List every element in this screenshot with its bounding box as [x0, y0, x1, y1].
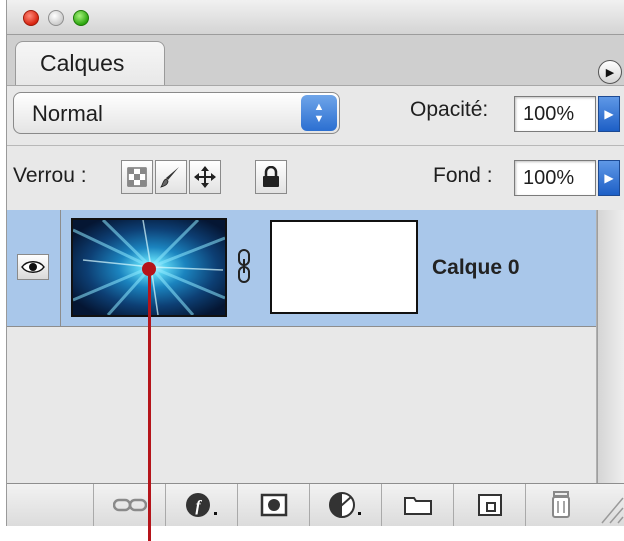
play-icon: ▶: [605, 66, 615, 79]
add-mask-icon: [260, 493, 288, 517]
adjustment-layer-icon: [329, 492, 361, 518]
fill-value: 100%: [523, 167, 575, 189]
add-mask-button[interactable]: [237, 484, 310, 526]
callout-pointer-line: [148, 268, 151, 541]
lock-position-button[interactable]: [189, 160, 221, 194]
layers-panel: Calques ▶ Normal ▲ ▼ Opacité: 100% ▶ Verr…: [6, 0, 624, 526]
opacity-slider-button[interactable]: ▶: [598, 96, 620, 132]
lock-paint-button[interactable]: [155, 160, 187, 194]
tab-bar: Calques: [7, 35, 624, 86]
delete-layer-button[interactable]: [525, 484, 596, 526]
new-group-button[interactable]: [381, 484, 454, 526]
window-titlebar: [7, 0, 624, 35]
lock-all-icon: [263, 166, 279, 187]
callout-pointer-dot: [142, 262, 156, 276]
fill-label: Fond :: [433, 164, 493, 187]
fill-slider-button[interactable]: ▶: [598, 160, 620, 196]
visibility-toggle[interactable]: [17, 254, 49, 280]
panel-menu-button[interactable]: ▶: [598, 60, 622, 84]
visibility-column: [7, 210, 61, 326]
link-layers-button[interactable]: [93, 484, 166, 526]
blend-mode-select[interactable]: Normal ▲ ▼: [13, 92, 340, 134]
layer-row[interactable]: Calque 0: [7, 210, 596, 327]
new-layer-button[interactable]: [453, 484, 526, 526]
layers-scrollbar[interactable]: [597, 210, 624, 483]
right-arrow-icon: ▶: [604, 171, 614, 185]
layers-list: Calque 0: [7, 210, 597, 483]
right-arrow-icon: ▶: [604, 107, 614, 121]
blend-mode-value: Normal: [32, 101, 103, 126]
lock-position-icon: [194, 166, 216, 188]
blend-opacity-row: Normal ▲ ▼ Opacité: 100% ▶: [7, 86, 624, 144]
close-window-button[interactable]: [23, 10, 39, 26]
lock-transparent-button[interactable]: [121, 160, 153, 194]
bottom-toolbar: f: [7, 483, 624, 526]
fill-input[interactable]: 100%: [514, 160, 596, 196]
trash-icon: [552, 491, 570, 518]
eye-icon: [21, 261, 45, 273]
tab-label: Calques: [40, 50, 125, 76]
lock-label: Verrou :: [13, 164, 87, 187]
layer-style-icon: f: [186, 493, 217, 517]
layer-style-button[interactable]: f: [165, 484, 238, 526]
new-group-icon: [404, 497, 432, 515]
lock-fill-row: Verrou : Fond: 100% ▶: [7, 145, 624, 211]
layer-mask-thumbnail[interactable]: [270, 220, 418, 314]
adjustment-layer-button[interactable]: [309, 484, 382, 526]
lock-transparent-icon: [127, 167, 147, 187]
updown-arrows-icon: ▲ ▼: [301, 95, 337, 131]
opacity-input[interactable]: 100%: [514, 96, 596, 132]
layer-name[interactable]: Calque 0: [432, 256, 520, 280]
lock-all-button[interactable]: [255, 160, 287, 194]
new-layer-icon: [478, 494, 502, 516]
tab-calques[interactable]: Calques: [15, 41, 165, 85]
opacity-label: Opacité:: [410, 98, 489, 121]
opacity-value: 100%: [523, 103, 575, 125]
chain-link-icon[interactable]: [236, 249, 252, 283]
resize-grip-icon[interactable]: [594, 486, 624, 524]
zoom-window-button[interactable]: [73, 10, 89, 26]
lock-paint-icon: [160, 167, 179, 188]
link-layers-icon: [113, 498, 147, 512]
minimize-window-button[interactable]: [48, 10, 64, 26]
